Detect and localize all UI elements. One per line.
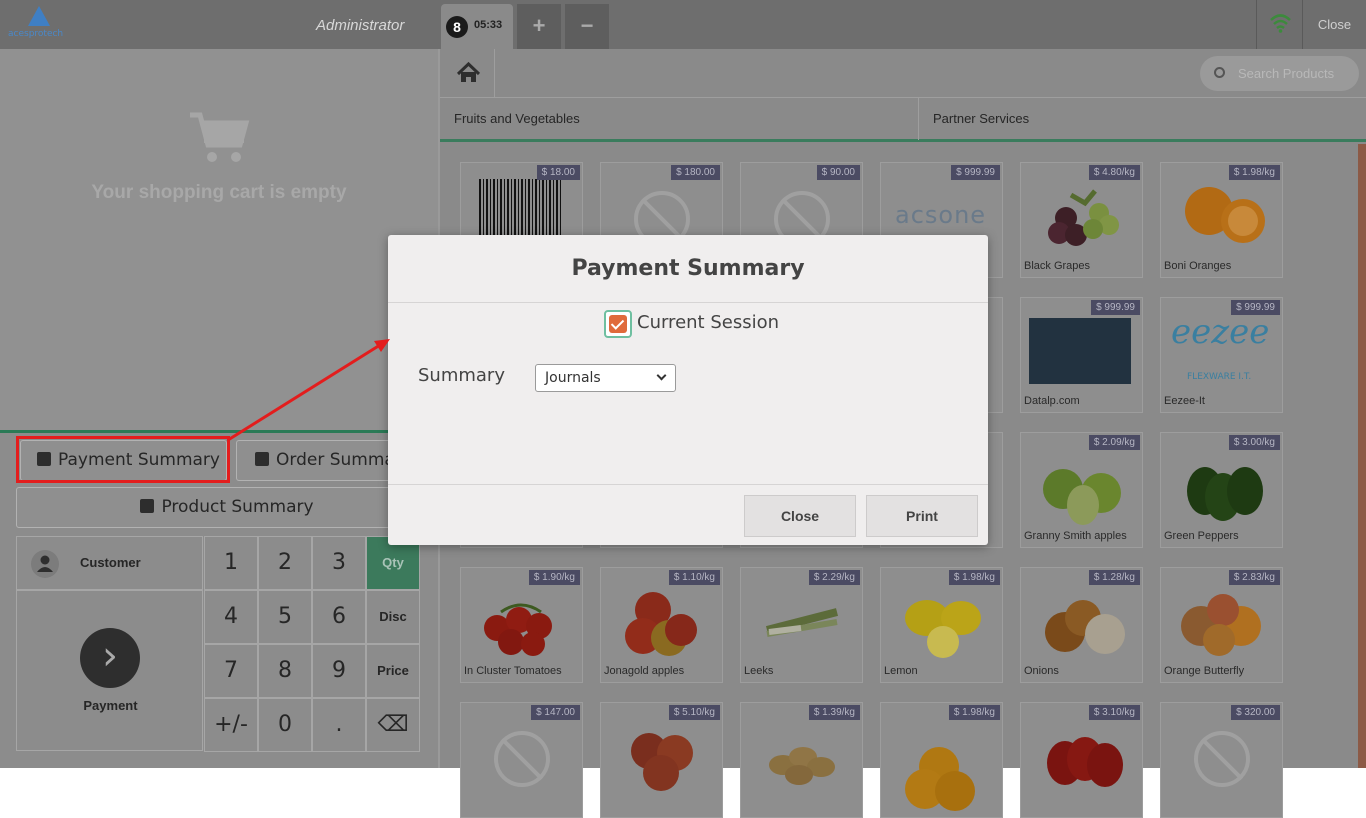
summary-select[interactable]: Journals bbox=[535, 364, 676, 392]
payment-summary-dialog: Payment Summary Current Session Summary … bbox=[388, 235, 988, 545]
summary-label: Summary bbox=[418, 365, 505, 386]
dialog-title: Payment Summary bbox=[388, 235, 988, 303]
print-button[interactable]: Print bbox=[866, 495, 978, 537]
checkmark-icon bbox=[609, 315, 627, 333]
close-button[interactable]: Close bbox=[744, 495, 856, 537]
current-session-checkbox[interactable] bbox=[604, 310, 632, 338]
current-session-label: Current Session bbox=[637, 312, 780, 333]
dialog-footer: Close Print bbox=[388, 484, 988, 545]
chevron-down-icon bbox=[656, 370, 667, 381]
